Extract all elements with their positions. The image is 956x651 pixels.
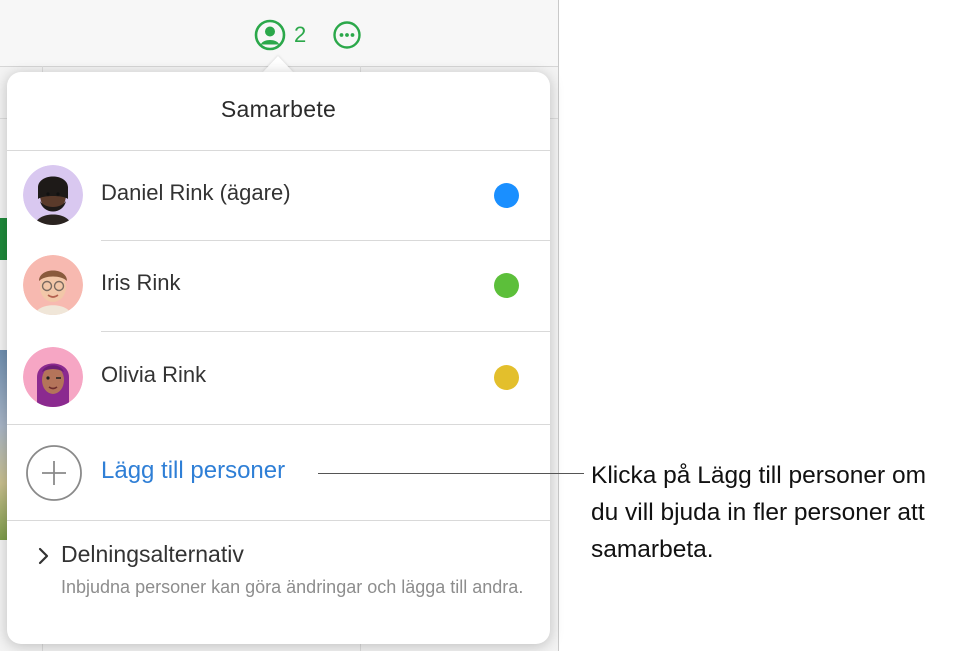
- participant-color-dot: [494, 365, 519, 390]
- participant-color-dot: [494, 273, 519, 298]
- popover-arrow: [262, 56, 294, 73]
- add-people-label: Lägg till personer: [101, 457, 286, 484]
- share-options-description: Inbjudna personer kan göra ändringar och…: [61, 577, 524, 597]
- collaboration-popover: Samarbete Daniel Rink (ägare) Iris Rink …: [7, 72, 550, 644]
- avatar: [23, 255, 83, 315]
- collaborators-count: 2: [294, 22, 307, 47]
- popover-title: Samarbete: [220, 96, 337, 122]
- ellipsis-circle-icon[interactable]: [332, 20, 362, 50]
- sheet-image: [0, 350, 7, 540]
- participant-name: Iris Rink: [101, 270, 181, 295]
- participant-row[interactable]: Daniel Rink (ägare): [7, 150, 550, 240]
- participant-name: Olivia Rink: [101, 362, 207, 387]
- collaborate-button[interactable]: 2: [254, 18, 306, 52]
- participant-color-dot: [494, 183, 519, 208]
- participant-name: Daniel Rink (ägare): [101, 180, 291, 205]
- share-options-section: Delningsalternativ Inbjudna personer kan…: [7, 520, 550, 644]
- person-circle-icon: [254, 19, 286, 51]
- callout-line: [318, 473, 584, 474]
- add-people-button[interactable]: Lägg till personer: [7, 424, 550, 520]
- callout-text: Klicka på Lägg till personer om du vill …: [591, 462, 927, 563]
- participant-row[interactable]: Iris Rink: [7, 240, 550, 330]
- chevron-right-icon[interactable]: [37, 546, 51, 566]
- participant-row[interactable]: Olivia Rink: [7, 332, 550, 422]
- plus-circle-icon: [26, 445, 82, 501]
- avatar: [23, 165, 83, 225]
- sheet-content: [0, 218, 7, 260]
- share-options-toggle[interactable]: Delningsalternativ: [61, 541, 244, 568]
- avatar: [23, 347, 83, 407]
